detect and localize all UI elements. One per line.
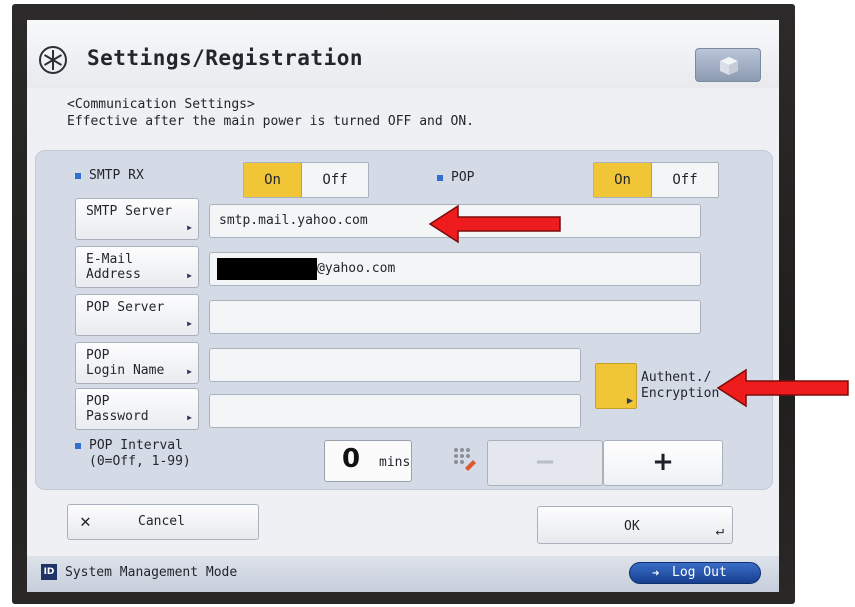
redaction-bar bbox=[217, 257, 317, 280]
title-bar: Settings/Registration bbox=[27, 20, 779, 88]
cube-icon bbox=[720, 57, 738, 75]
bullet-icon bbox=[437, 174, 443, 181]
id-badge: ID bbox=[41, 564, 57, 580]
section-header: <Communication Settings> Effective after… bbox=[67, 96, 474, 130]
section-title: <Communication Settings> bbox=[67, 97, 255, 112]
email-address-button[interactable]: E-Mail Address ▶ bbox=[75, 246, 199, 288]
annotation-arrow-icon bbox=[716, 368, 849, 408]
smtp-rx-toggle: On Off bbox=[243, 162, 369, 198]
enter-icon: ↵ bbox=[715, 523, 724, 539]
settings-star-icon bbox=[39, 46, 67, 74]
device-screen: Settings/Registration <Communication Set… bbox=[27, 20, 779, 592]
decrement-button[interactable]: − bbox=[487, 440, 603, 486]
arrow-icon: ▶ bbox=[626, 396, 633, 405]
pop-interval-unit: mins bbox=[379, 455, 411, 470]
smtp-rx-off-button[interactable]: Off bbox=[302, 163, 368, 197]
status-mode: System Management Mode bbox=[65, 565, 238, 580]
pop-login-field[interactable] bbox=[209, 348, 581, 382]
email-address-field[interactable]: @yahoo.com bbox=[209, 252, 701, 286]
auth-encryption-label: Authent./ Encryption bbox=[641, 370, 720, 401]
bullet-icon bbox=[75, 172, 81, 179]
close-icon: ✕ bbox=[80, 511, 91, 532]
arrow-icon: ▶ bbox=[187, 319, 192, 328]
page-title: Settings/Registration bbox=[87, 46, 364, 70]
auth-encryption-button[interactable]: ▶ bbox=[595, 363, 637, 409]
ok-button[interactable]: OK ↵ bbox=[537, 506, 733, 544]
logout-icon: ➜ bbox=[652, 566, 660, 580]
pop-password-button[interactable]: POP Password ▶ bbox=[75, 388, 199, 430]
increment-button[interactable]: + bbox=[603, 440, 723, 486]
arrow-icon: ▶ bbox=[187, 223, 192, 232]
bullet-icon bbox=[75, 442, 81, 449]
pop-interval-input[interactable]: 0 mins bbox=[324, 440, 412, 482]
pop-interval-label: POP Interval (0=Off, 1-99) bbox=[75, 438, 191, 470]
pop-server-field[interactable] bbox=[209, 300, 701, 334]
arrow-icon: ▶ bbox=[187, 367, 192, 376]
annotation-arrow-icon bbox=[428, 204, 561, 244]
pop-login-button[interactable]: POP Login Name ▶ bbox=[75, 342, 199, 384]
keypad-icon[interactable] bbox=[451, 446, 477, 472]
arrow-icon: ▶ bbox=[187, 413, 192, 422]
pop-interval-value: 0 bbox=[341, 444, 361, 474]
smtp-rx-label: SMTP RX bbox=[75, 168, 144, 183]
pop-on-button[interactable]: On bbox=[594, 163, 652, 197]
power-note: Effective after the main power is turned… bbox=[67, 114, 474, 129]
smtp-rx-on-button[interactable]: On bbox=[244, 163, 302, 197]
pop-password-field[interactable] bbox=[209, 394, 581, 428]
arrow-icon: ▶ bbox=[187, 271, 192, 280]
pop-server-button[interactable]: POP Server ▶ bbox=[75, 294, 199, 336]
pop-off-button[interactable]: Off bbox=[652, 163, 718, 197]
status-bar: ID System Management Mode ➜ Log Out bbox=[27, 556, 779, 592]
cube-button[interactable] bbox=[695, 48, 761, 82]
pop-toggle: On Off bbox=[593, 162, 719, 198]
logout-button[interactable]: ➜ Log Out bbox=[629, 562, 761, 584]
cancel-button[interactable]: ✕ Cancel bbox=[67, 504, 259, 540]
pop-label: POP bbox=[437, 170, 474, 185]
smtp-server-button[interactable]: SMTP Server ▶ bbox=[75, 198, 199, 240]
